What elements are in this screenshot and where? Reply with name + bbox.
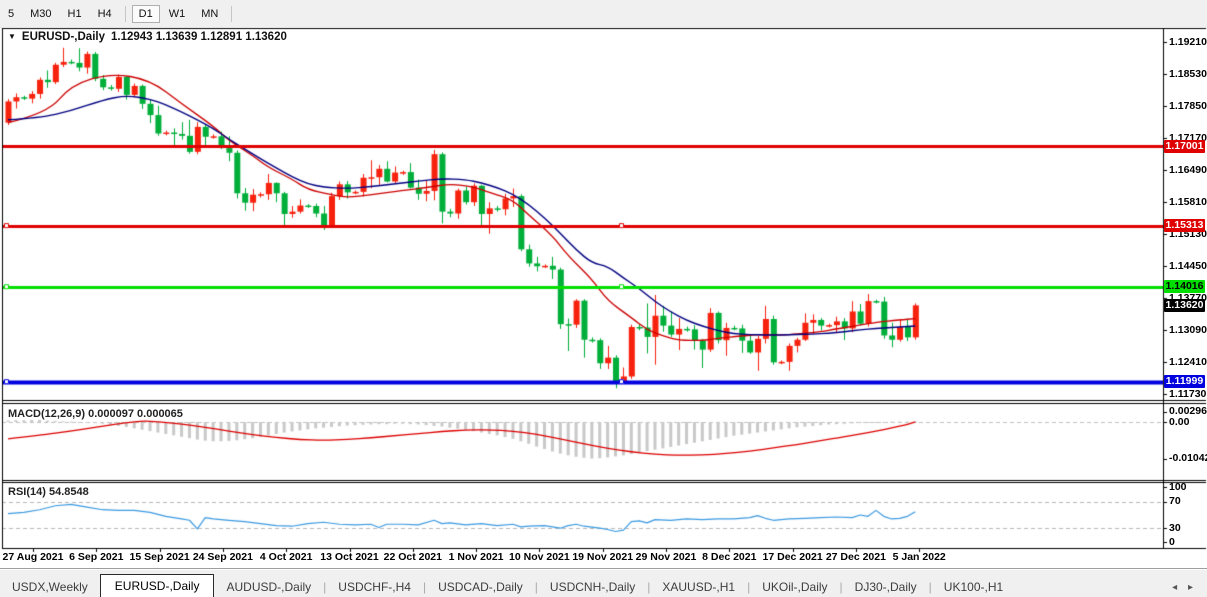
symbol-tab-audusd-daily[interactable]: AUDUSD-,Daily	[214, 577, 323, 597]
date-axis-label: 5 Jan 2022	[892, 551, 946, 563]
symbol-tab-usdx-weekly[interactable]: USDX,Weekly	[0, 577, 100, 597]
symbol-tab-uk100-h1[interactable]: UK100-,H1	[932, 577, 1015, 597]
price-axis-label: 1.15810	[1169, 195, 1207, 208]
price-axis-label: 1.18530	[1169, 67, 1207, 80]
symbol-tab-xauusd-h1[interactable]: XAUUSD-,H1	[650, 577, 747, 597]
tab-scroll-arrows[interactable]: ◂ ▸	[1172, 582, 1207, 597]
timeframe-button-W1[interactable]: W1	[162, 5, 193, 23]
price-level-badge: 1.15313	[1164, 219, 1205, 233]
date-axis-label: 17 Dec 2021	[762, 551, 823, 563]
date-axis-label: 22 Oct 2021	[383, 551, 442, 563]
price-level-badge: 1.14016	[1164, 280, 1205, 294]
price-axis-label: 1.13090	[1169, 323, 1207, 336]
symbol-tab-dj30-daily[interactable]: DJ30-,Daily	[843, 577, 929, 597]
date-axis-label: 6 Sep 2021	[69, 551, 124, 563]
price-axis-label: 1.12410	[1169, 355, 1207, 368]
chart-symbol-title: EURUSD-,Daily	[21, 31, 105, 43]
rsi-axis-label: 100	[1169, 480, 1187, 493]
date-axis-label: 13 Oct 2021	[320, 551, 379, 563]
chart-title-row: ▼ EURUSD-,Daily 1.12943 1.13639 1.12891 …	[8, 31, 287, 43]
timeframe-button-H1[interactable]: H1	[61, 5, 89, 23]
date-axis-label: 15 Sep 2021	[129, 551, 190, 563]
price-axis-label: 1.17850	[1169, 99, 1207, 112]
timeframe-button-H4[interactable]: H4	[91, 5, 119, 23]
price-axis-label: 1.14450	[1169, 259, 1207, 272]
symbol-tab-usdcad-daily[interactable]: USDCAD-,Daily	[426, 577, 535, 597]
date-axis-label: 1 Nov 2021	[448, 551, 504, 563]
date-axis-label: 24 Sep 2021	[192, 551, 253, 563]
price-axis-label: 1.16490	[1169, 163, 1207, 176]
macd-axis-label: -0.010422	[1169, 452, 1207, 465]
trading-terminal: 5 M30 H1 H4 D1 W1 MN ▼ EURUSD-,Daily 1.12943 1…	[0, 0, 1207, 597]
rsi-axis-label: 30	[1169, 521, 1181, 534]
price-level-badge: 1.17001	[1164, 139, 1205, 153]
symbol-tab-usdchf-h4[interactable]: USDCHF-,H4	[326, 577, 423, 597]
symbol-tab-usdcnh-daily[interactable]: USDCNH-,Daily	[538, 577, 647, 597]
date-axis-label: 29 Nov 2021	[635, 551, 697, 563]
toolbar-separator	[231, 5, 233, 22]
symbol-tab-bar: USDX,Weekly EURUSD-,Daily AUDUSD-,Daily | US…	[0, 568, 1207, 597]
timeframe-button-MN[interactable]: MN	[194, 5, 225, 23]
rsi-axis-label: 0	[1169, 535, 1175, 548]
chart-ohlc-values: 1.12943 1.13639 1.12891 1.13620	[111, 31, 287, 43]
macd-indicator-label: MACD(12,26,9) 0.000097 0.000065	[8, 408, 183, 420]
price-axis-label: 1.11730	[1169, 387, 1207, 400]
timeframe-button-M30[interactable]: M30	[23, 5, 58, 23]
date-axis-label: 10 Nov 2021	[509, 551, 570, 563]
price-chart-canvas[interactable]	[0, 0, 1207, 597]
date-axis-label: 27 Dec 2021	[825, 551, 886, 563]
macd-axis-label: 0.00	[1169, 415, 1190, 428]
date-axis-label: 8 Dec 2021	[702, 551, 757, 563]
date-axis-label: 4 Oct 2021	[259, 551, 313, 563]
symbol-tab-eurusd-daily[interactable]: EURUSD-,Daily	[99, 574, 215, 597]
symbol-dropdown-icon[interactable]: ▼	[8, 33, 16, 41]
price-level-badge: 1.11999	[1164, 375, 1205, 389]
rsi-axis-label: 70	[1169, 495, 1181, 508]
date-axis-label: 19 Nov 2021	[572, 551, 634, 563]
timeframe-toolbar: 5 M30 H1 H4 D1 W1 MN	[0, 0, 1207, 28]
price-level-badge: 1.13620	[1164, 298, 1205, 312]
toolbar-separator	[124, 5, 126, 22]
symbol-tab-ukoil-daily[interactable]: UKOil-,Daily	[750, 577, 839, 597]
date-axis-label: 27 Aug 2021	[2, 551, 64, 563]
timeframe-button-D1[interactable]: D1	[131, 4, 160, 23]
price-axis-label: 1.19210	[1169, 35, 1207, 48]
timeframe-button-5[interactable]: 5	[1, 5, 21, 23]
rsi-indicator-label: RSI(14) 54.8548	[8, 486, 89, 498]
